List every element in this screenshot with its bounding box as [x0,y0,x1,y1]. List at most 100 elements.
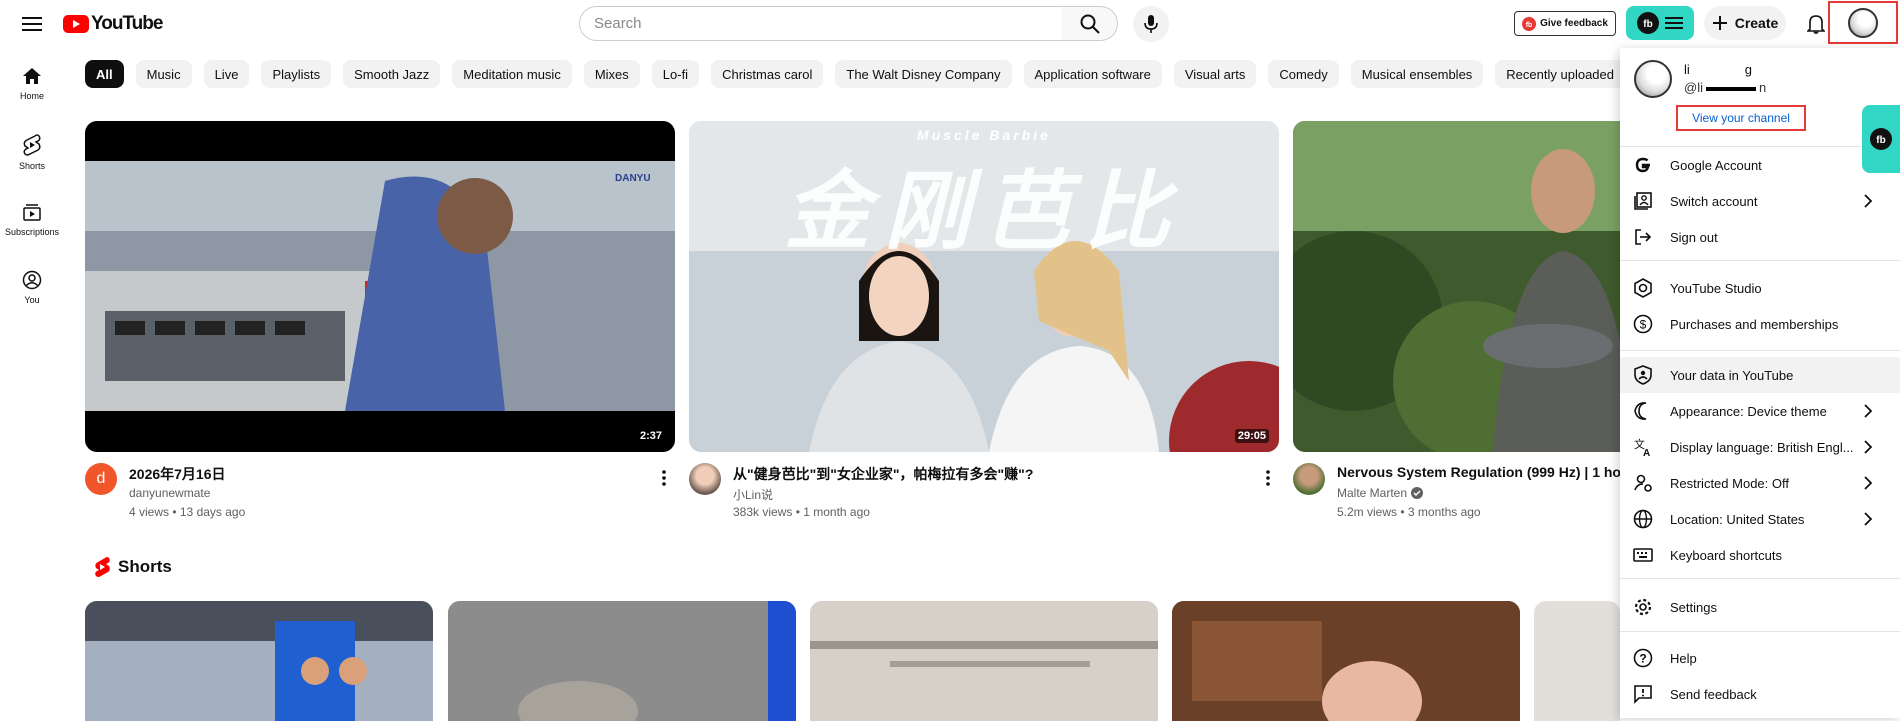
menu-item-help[interactable]: ? Help [1620,640,1900,676]
short-thumbnail [85,601,433,721]
give-feedback-button[interactable]: fb Give feedback [1514,11,1616,36]
video-meta: 5.2m views • 3 months ago [1337,505,1481,519]
menu-item-label: Sign out [1670,229,1718,245]
chip-recently-uploaded[interactable]: Recently uploaded [1495,60,1625,88]
menu-item-appearance[interactable]: Appearance: Device theme [1620,393,1900,429]
video-more-button[interactable] [655,466,673,490]
menu-item-your-data[interactable]: Your data in YouTube [1620,357,1900,393]
subscriptions-icon [23,204,41,221]
video-title[interactable]: Nervous System Regulation (999 Hz) | 1 h… [1337,464,1620,480]
menu-item-sign-out[interactable]: Sign out [1620,219,1900,255]
short-card[interactable] [85,601,433,721]
svg-text:fb: fb [1526,22,1533,29]
menu-item-label: Send feedback [1670,686,1757,702]
nav-you-label: You [24,295,40,305]
short-card[interactable] [810,601,1158,721]
bell-icon [1807,15,1825,34]
video-thumbnail[interactable]: Muscle Barbie 金刚芭比 29:05 [689,121,1279,452]
menu-item-label: Switch account [1670,193,1758,209]
youtube-logo[interactable]: YouTube [63,13,163,35]
chip-christmas-carol[interactable]: Christmas carol [711,60,824,88]
account-handle-end: n [1758,80,1767,95]
shorts-header: Shorts [94,557,172,577]
svg-text:fb: fb [1876,135,1885,146]
account-menu: li g @li n View your channel Google Accoun… [1620,48,1900,718]
channel-avatar[interactable] [689,463,721,495]
menu-item-keyboard-shortcuts[interactable]: Keyboard shortcuts [1620,537,1900,573]
search-input[interactable] [594,15,1062,32]
chip-lofi[interactable]: Lo-fi [651,60,700,88]
channel-name[interactable]: Malte Marten [1337,486,1407,500]
menu-item-language[interactable]: 文A Display language: British Engl... [1620,429,1900,465]
video-thumbnail[interactable]: DANYU 2:37 [85,121,675,452]
video-thumbnail[interactable] [1293,121,1620,452]
chip-live[interactable]: Live [203,60,250,88]
account-name: li g [1684,62,1752,77]
menu-divider [1620,578,1900,579]
feedback-badge-icon: fb [1522,16,1537,31]
video-title[interactable]: 2026年7月16日 [129,464,226,484]
menu-item-google-account[interactable]: Google Account [1620,147,1900,183]
chip-mixes[interactable]: Mixes [583,60,640,88]
menu-item-label: Keyboard shortcuts [1670,547,1783,563]
chip-visual-arts[interactable]: Visual arts [1173,60,1257,88]
chip-application-software[interactable]: Application software [1023,60,1162,88]
video-title[interactable]: 从"健身芭比"到"女企业家"，帕梅拉有多会"赚"? [733,464,1033,484]
nav-you[interactable]: You [0,260,64,328]
short-card[interactable] [1172,601,1520,721]
chip-smooth-jazz[interactable]: Smooth Jazz [343,60,441,88]
chip-playlists[interactable]: Playlists [261,60,332,88]
menu-item-switch-account[interactable]: Switch account [1620,183,1900,219]
channel-name[interactable]: danyunewmate [129,486,210,500]
channel-avatar[interactable] [1293,463,1325,495]
menu-avatar [1634,60,1672,98]
menu-divider [1620,350,1900,351]
video-card[interactable]: DANYU 2:37 d 2026年7月16日 danyunewmate 4 v… [85,121,675,519]
side-extension-tab[interactable]: fb [1862,105,1900,173]
account-avatar-button[interactable] [1828,1,1898,44]
svg-text:A: A [1643,448,1650,457]
menu-item-youtube-studio[interactable]: YouTube Studio [1620,270,1900,306]
nav-shorts[interactable]: Shorts [0,124,64,192]
create-button[interactable]: Create [1704,6,1786,40]
logo-text: YouTube [91,13,163,34]
chip-meditation-music[interactable]: Meditation music [452,60,572,88]
short-card[interactable] [1534,601,1620,721]
chip-comedy[interactable]: Comedy [1268,60,1339,88]
studio-icon [1634,278,1652,298]
search-button[interactable] [1062,6,1118,41]
menu-item-purchases[interactable]: $ Purchases and memberships [1620,306,1900,342]
short-card[interactable] [448,601,796,721]
menu-item-settings[interactable]: Settings [1620,589,1900,625]
channel-row: Malte Marten [1337,486,1424,500]
video-more-button[interactable] [1259,466,1277,490]
hamburger-menu-button[interactable] [16,8,48,40]
menu-item-restricted-mode[interactable]: Restricted Mode: Off [1620,465,1900,501]
channel-name[interactable]: 小Lin说 [733,486,773,503]
menu-item-location[interactable]: Location: United States [1620,501,1900,537]
avatar [1848,7,1878,38]
account-handle-start: @li [1684,80,1703,95]
menu-item-label: YouTube Studio [1670,280,1762,296]
nav-subscriptions[interactable]: Subscriptions [0,192,64,260]
menu-item-label: Purchases and memberships [1670,316,1839,332]
search-box[interactable] [579,6,1063,41]
short-thumbnail [810,601,1158,721]
chip-all[interactable]: All [85,60,124,88]
voice-search-button[interactable] [1133,6,1169,42]
video-card[interactable]: Muscle Barbie 金刚芭比 29:05 从"健身芭比"到"女企业家"，… [689,121,1279,519]
menu-item-label: Display language: British Engl... [1670,439,1854,455]
chip-walt-disney[interactable]: The Walt Disney Company [835,60,1012,88]
extension-button[interactable]: fb [1626,6,1694,40]
channel-avatar[interactable]: d [85,463,117,495]
chip-musical-ensembles[interactable]: Musical ensembles [1350,60,1484,88]
account-name-end: g [1744,62,1753,77]
chevron-right-icon [1864,476,1873,490]
view-channel-link[interactable]: View your channel [1676,105,1806,131]
nav-home-label: Home [19,91,44,101]
more-vert-icon [662,470,666,486]
chip-music[interactable]: Music [135,60,192,88]
nav-home[interactable]: Home [0,56,64,124]
video-card[interactable]: Nervous System Regulation (999 Hz) | 1 h… [1293,121,1620,521]
keyboard-icon [1633,548,1653,562]
